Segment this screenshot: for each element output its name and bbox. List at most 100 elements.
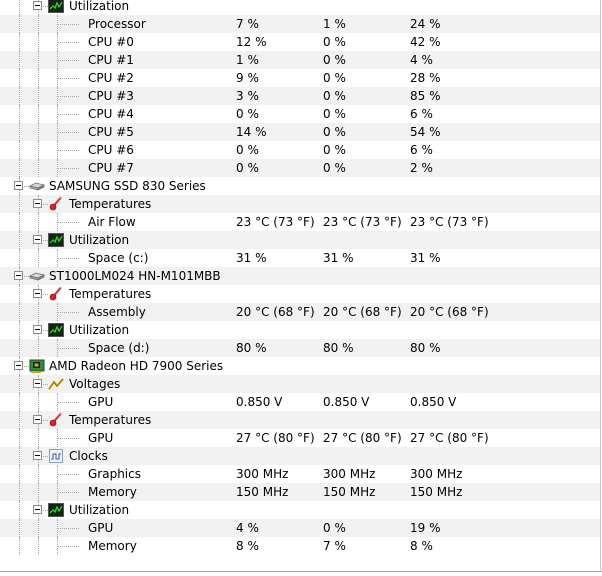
collapse-toggle[interactable] bbox=[33, 1, 42, 10]
collapse-toggle[interactable] bbox=[33, 199, 42, 208]
sensor-row[interactable]: CPU #1 1 % 0 % 4 % bbox=[0, 51, 600, 69]
sensor-row[interactable]: Space (d:) 80 % 80 % 80 % bbox=[0, 339, 600, 357]
graphics-card-icon bbox=[29, 358, 45, 374]
disk-drive-icon bbox=[28, 268, 46, 284]
tree-group-node[interactable]: Clocks bbox=[0, 447, 600, 465]
tree-trunk-line bbox=[19, 393, 20, 411]
vertical-divider bbox=[600, 0, 601, 572]
sensor-name: CPU #6 bbox=[88, 143, 134, 157]
sensor-name: CPU #4 bbox=[88, 107, 134, 121]
sensor-value-max: 42 % bbox=[410, 35, 441, 49]
tree-branch-line bbox=[57, 78, 79, 79]
group-label: Temperatures bbox=[69, 197, 152, 211]
sensor-row[interactable]: GPU 0.850 V 0.850 V 0.850 V bbox=[0, 393, 600, 411]
tree-device-node[interactable]: AMD Radeon HD 7900 Series bbox=[0, 357, 600, 375]
collapse-toggle[interactable] bbox=[14, 181, 23, 190]
sensor-row[interactable]: CPU #7 0 % 0 % 2 % bbox=[0, 159, 600, 177]
tree-group-node[interactable]: Temperatures bbox=[0, 411, 600, 429]
tree-branch-line bbox=[57, 42, 79, 43]
disk-drive-icon bbox=[28, 178, 46, 194]
sensor-value-min: 20 °C (68 °F) bbox=[323, 305, 402, 319]
sensor-row[interactable]: Assembly 20 °C (68 °F) 20 °C (68 °F) 20 °C … bbox=[0, 303, 600, 321]
sensor-value-current: 3 % bbox=[236, 89, 259, 103]
tree-trunk-line bbox=[19, 249, 20, 267]
sensor-value-current: 31 % bbox=[236, 251, 267, 265]
sensor-row[interactable]: CPU #2 9 % 0 % 28 % bbox=[0, 69, 600, 87]
tree-group-node[interactable]: Utilization bbox=[0, 321, 600, 339]
sensor-row[interactable]: Space (c:) 31 % 31 % 31 % bbox=[0, 249, 600, 267]
tree-group-line bbox=[38, 33, 39, 51]
sensor-name: Space (d:) bbox=[88, 341, 150, 355]
tree-group-node[interactable]: Utilization bbox=[0, 0, 600, 15]
tree-group-node[interactable]: Utilization bbox=[0, 501, 600, 519]
sensor-row[interactable]: Memory 8 % 7 % 8 % bbox=[0, 537, 600, 555]
tree-trunk-line bbox=[19, 33, 20, 51]
tree-trunk-line bbox=[19, 213, 20, 231]
sensor-name: CPU #7 bbox=[88, 161, 134, 175]
tree-trunk-line bbox=[19, 123, 20, 141]
sensor-value-max: 54 % bbox=[410, 125, 441, 139]
collapse-toggle[interactable] bbox=[14, 271, 23, 280]
tree-device-node[interactable]: SAMSUNG SSD 830 Series bbox=[0, 177, 600, 195]
tree-group-line bbox=[38, 213, 39, 231]
tree-device-node[interactable]: ST1000LM024 HN-M101MBB bbox=[0, 267, 600, 285]
sensor-value-current: 9 % bbox=[236, 71, 259, 85]
sensor-row[interactable]: CPU #0 12 % 0 % 42 % bbox=[0, 33, 600, 51]
tree-group-line bbox=[38, 537, 39, 555]
sensor-value-max: 24 % bbox=[410, 17, 441, 31]
collapse-toggle[interactable] bbox=[33, 289, 42, 298]
sensor-value-min: 0 % bbox=[323, 125, 346, 139]
sensor-row[interactable]: CPU #6 0 % 0 % 6 % bbox=[0, 141, 600, 159]
collapse-toggle[interactable] bbox=[33, 325, 42, 334]
sensor-value-current: 8 % bbox=[236, 539, 259, 553]
sensor-value-min: 300 MHz bbox=[323, 467, 376, 481]
collapse-toggle[interactable] bbox=[33, 379, 42, 388]
sensor-row[interactable]: Graphics 300 MHz 300 MHz 300 MHz bbox=[0, 465, 600, 483]
sensor-value-min: 0 % bbox=[323, 89, 346, 103]
sensor-row[interactable]: CPU #5 14 % 0 % 54 % bbox=[0, 123, 600, 141]
tree-group-node[interactable]: Voltages bbox=[0, 375, 600, 393]
tree-group-node[interactable]: Utilization bbox=[0, 231, 600, 249]
collapse-toggle[interactable] bbox=[33, 505, 42, 514]
sensor-value-current: 14 % bbox=[236, 125, 267, 139]
tree-group-line bbox=[38, 519, 39, 537]
sensor-name: GPU bbox=[88, 521, 114, 535]
group-label: Temperatures bbox=[69, 287, 152, 301]
tree-trunk-line bbox=[19, 303, 20, 321]
tree-trunk-line bbox=[19, 411, 20, 429]
sensor-row[interactable]: Memory 150 MHz 150 MHz 150 MHz bbox=[0, 483, 600, 501]
collapse-toggle[interactable] bbox=[14, 361, 23, 370]
tree-group-line bbox=[38, 87, 39, 105]
sensor-value-min: 0 % bbox=[323, 161, 346, 175]
sensor-value-min: 0 % bbox=[323, 71, 346, 85]
sensor-value-current: 4 % bbox=[236, 521, 259, 535]
sensor-value-max: 20 °C (68 °F) bbox=[410, 305, 489, 319]
sensor-row[interactable]: GPU 4 % 0 % 19 % bbox=[0, 519, 600, 537]
sensor-value-current: 300 MHz bbox=[236, 467, 289, 481]
sensor-row[interactable]: Processor 7 % 1 % 24 % bbox=[0, 15, 600, 33]
sensor-row[interactable]: GPU 27 °C (80 °F) 27 °C (80 °F) 27 °C (80 °… bbox=[0, 429, 600, 447]
sensor-value-max: 6 % bbox=[410, 107, 433, 121]
collapse-toggle[interactable] bbox=[33, 235, 42, 244]
sensor-row[interactable]: CPU #4 0 % 0 % 6 % bbox=[0, 105, 600, 123]
group-label: Utilization bbox=[69, 503, 130, 517]
sensor-row[interactable]: Air Flow 23 °C (73 °F) 23 °C (73 °F) 23 °C … bbox=[0, 213, 600, 231]
sensor-value-current: 0 % bbox=[236, 107, 259, 121]
tree-trunk-line bbox=[19, 465, 20, 483]
collapse-toggle[interactable] bbox=[33, 451, 42, 460]
sensor-value-min: 0 % bbox=[323, 53, 346, 67]
tree-group-node[interactable]: Temperatures bbox=[0, 285, 600, 303]
tree-trunk-line bbox=[19, 195, 20, 213]
tree-group-line bbox=[38, 339, 39, 357]
sensor-name: CPU #1 bbox=[88, 53, 134, 67]
group-label: Temperatures bbox=[69, 413, 152, 427]
sensor-row[interactable]: CPU #3 3 % 0 % 85 % bbox=[0, 87, 600, 105]
collapse-toggle[interactable] bbox=[33, 415, 42, 424]
sensor-value-current: 1 % bbox=[236, 53, 259, 67]
tree-group-line bbox=[38, 123, 39, 141]
sensor-value-current: 0 % bbox=[236, 143, 259, 157]
tree-trunk-line bbox=[19, 0, 20, 15]
tree-group-node[interactable]: Temperatures bbox=[0, 195, 600, 213]
sensor-value-max: 150 MHz bbox=[410, 485, 463, 499]
sensor-value-min: 0 % bbox=[323, 143, 346, 157]
